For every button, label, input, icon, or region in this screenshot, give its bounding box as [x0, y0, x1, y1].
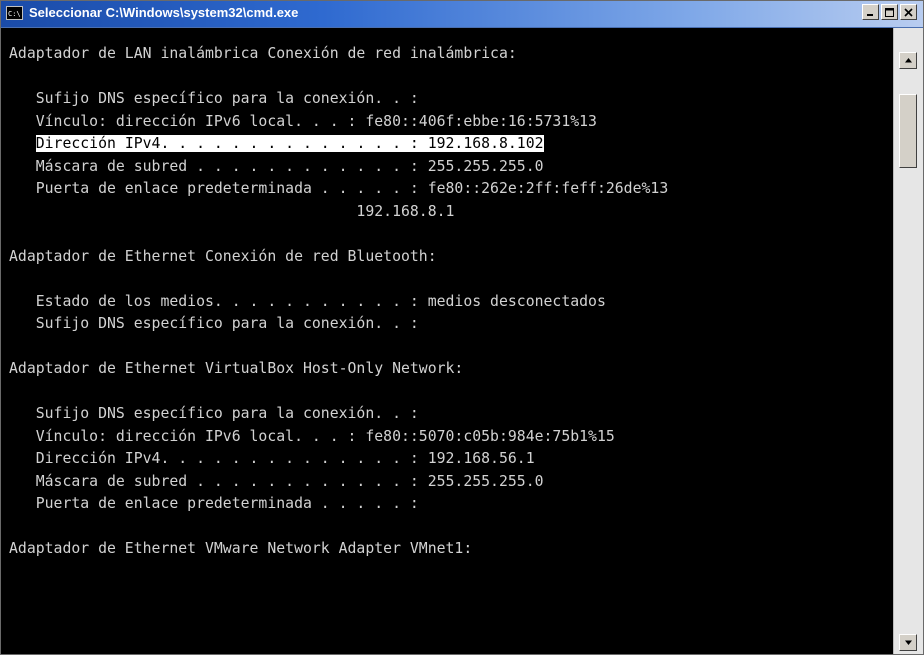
console-line: Adaptador de Ethernet VirtualBox Host-On… — [9, 360, 464, 377]
scroll-down-button[interactable] — [899, 634, 917, 651]
console-line: Estado de los medios. . . . . . . . . . … — [9, 292, 606, 310]
console-line: Adaptador de Ethernet VMware Network Ada… — [9, 540, 473, 557]
maximize-button[interactable] — [881, 4, 898, 20]
console-line: Adaptador de LAN inalámbrica Conexión de… — [9, 45, 517, 62]
minimize-icon — [867, 14, 873, 16]
console-lines: Adaptador de LAN inalámbrica Conexión de… — [9, 43, 668, 561]
selection-indent — [9, 135, 36, 152]
selected-text[interactable]: Dirección IPv4. . . . . . . . . . . . . … — [35, 135, 544, 152]
window-controls — [862, 4, 917, 20]
window-title: Seleccionar C:\Windows\system32\cmd.exe — [29, 5, 299, 20]
console-line: Puerta de enlace predeterminada . . . . … — [9, 495, 419, 512]
console-line: Vínculo: dirección IPv6 local. . . : fe8… — [9, 427, 615, 445]
console-line: Adaptador de Ethernet Conexión de red Bl… — [9, 247, 437, 265]
cmd-icon[interactable]: C:\ — [6, 6, 23, 20]
close-button[interactable] — [900, 4, 917, 20]
console-line: Dirección IPv4. . . . . . . . . . . . . … — [9, 450, 535, 467]
console-line: Máscara de subred . . . . . . . . . . . … — [9, 157, 544, 175]
title-bar[interactable]: C:\ Seleccionar C:\Windows\system32\cmd.… — [1, 1, 923, 28]
cmd-window: C:\ Seleccionar C:\Windows\system32\cmd.… — [0, 0, 924, 655]
scroll-up-button[interactable] — [899, 52, 917, 69]
cmd-icon-text: C:\ — [8, 10, 21, 18]
console-line: Sufijo DNS específico para la conexión. … — [9, 90, 419, 107]
scrollbar-thumb[interactable] — [899, 94, 917, 168]
vertical-scrollbar[interactable] — [893, 28, 923, 654]
scroll-down-arrow-icon — [905, 640, 912, 645]
console-line-selected[interactable]: Dirección IPv4. . . . . . . . . . . . . … — [9, 133, 668, 156]
minimize-button[interactable] — [862, 4, 879, 20]
console-output[interactable]: Adaptador de LAN inalámbrica Conexión de… — [1, 28, 893, 654]
console-line: 192.168.8.1 — [9, 202, 455, 220]
close-icon — [904, 8, 913, 17]
console-line: Sufijo DNS específico para la conexión. … — [9, 315, 419, 332]
console-line: Sufijo DNS específico para la conexión. … — [9, 405, 419, 422]
console-line: Máscara de subred . . . . . . . . . . . … — [9, 472, 544, 490]
scroll-up-arrow-icon — [905, 58, 912, 63]
console-line: Puerta de enlace predeterminada . . . . … — [9, 180, 669, 197]
console-line: Vínculo: dirección IPv6 local. . . : fe8… — [9, 112, 597, 130]
maximize-icon — [885, 8, 894, 17]
